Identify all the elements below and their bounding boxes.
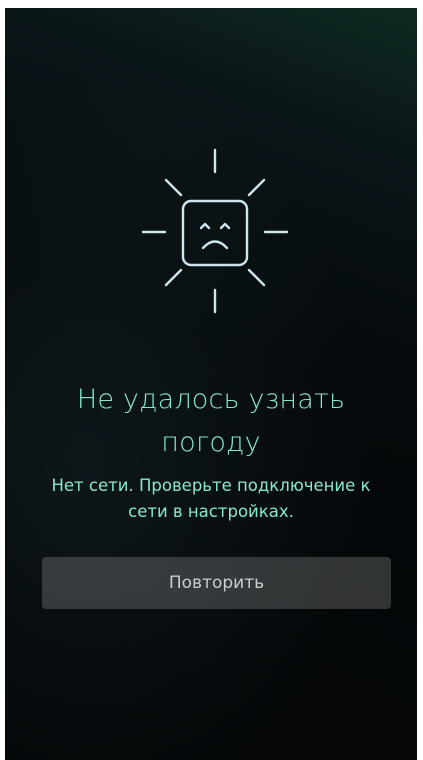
retry-button-label: Повторить	[168, 573, 265, 593]
error-title-line-1: Не удалось узнать	[76, 384, 346, 415]
error-title: Не удалось узнать погоду	[5, 378, 417, 464]
error-message: Нет сети. Проверьте подключение к сети в…	[19, 473, 403, 525]
sad-sun-icon	[135, 144, 295, 314]
error-title-line-2: погоду	[161, 427, 261, 458]
error-message-line-1: Нет сети. Проверьте подключение к	[51, 476, 371, 495]
error-message-line-2: сети в настройках.	[128, 502, 294, 521]
retry-button[interactable]: Повторить	[42, 557, 391, 609]
app-screen: Не удалось узнать погоду Нет сети. Прове…	[5, 8, 417, 760]
